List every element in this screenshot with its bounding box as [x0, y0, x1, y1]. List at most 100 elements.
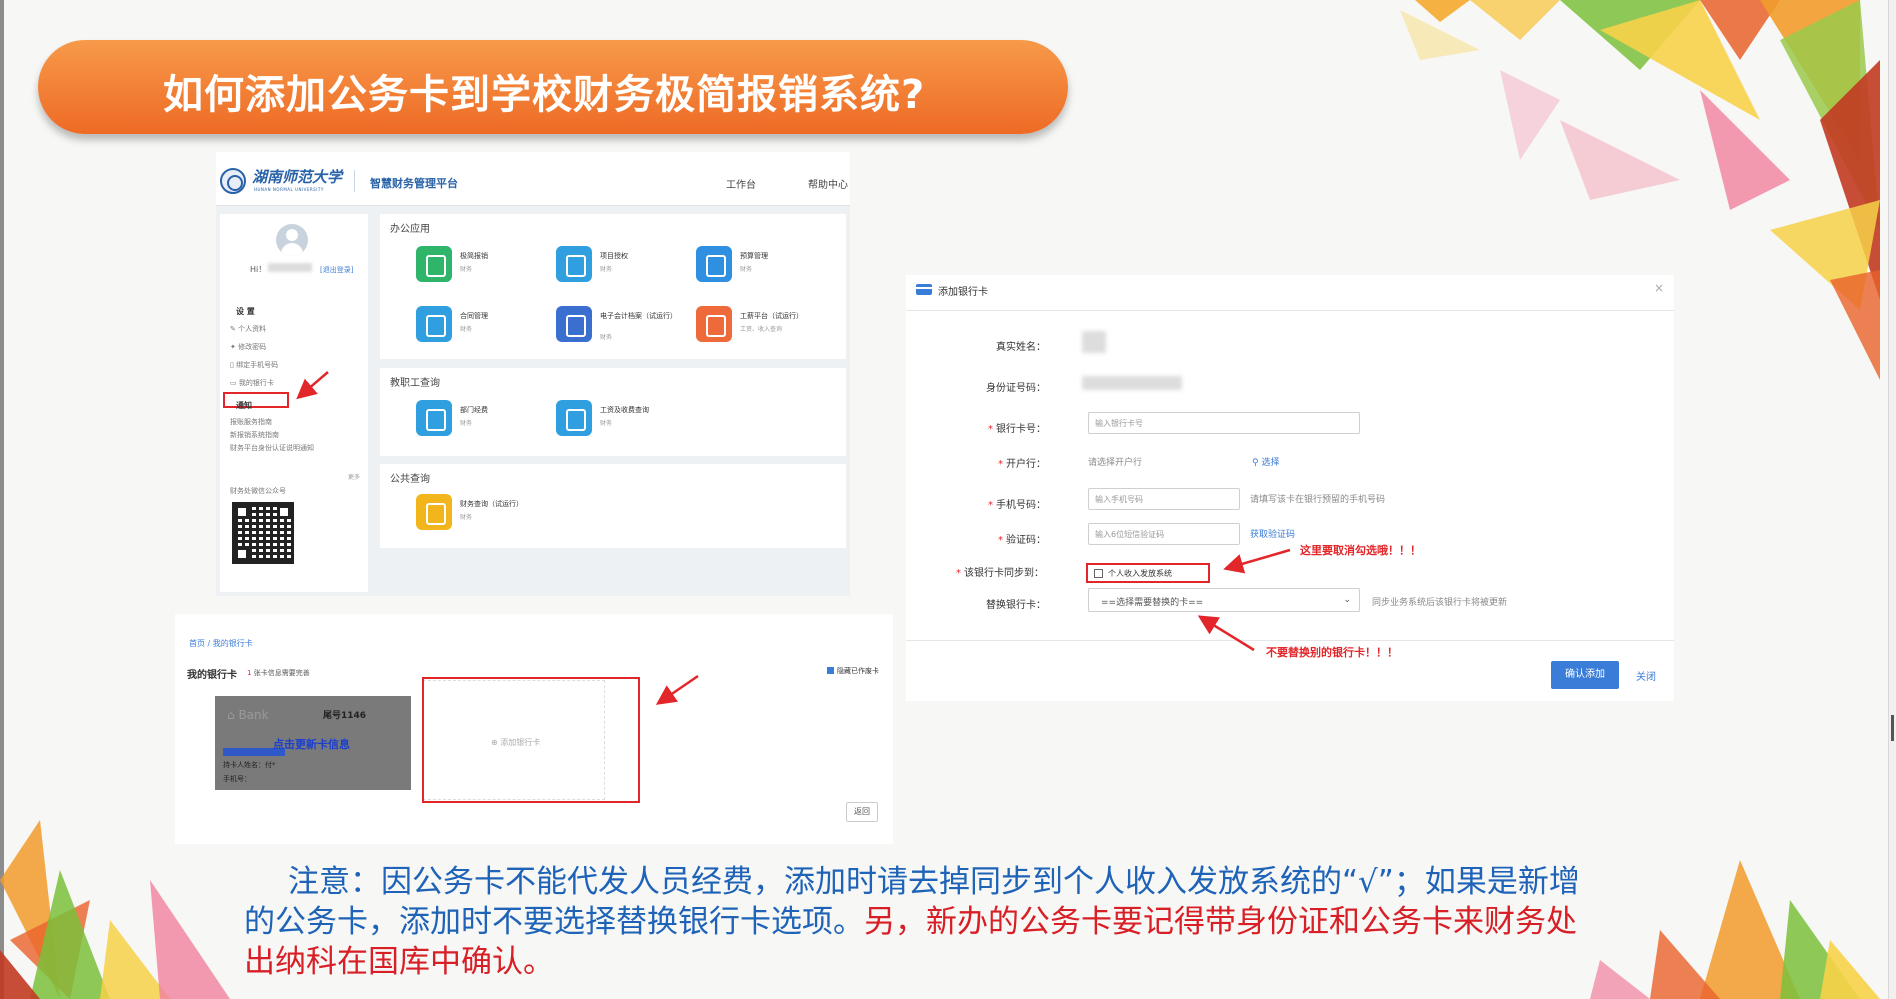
notice-item[interactable]: 财务平台身份认证说明通知	[230, 443, 314, 453]
app-project-auth[interactable]: 项目授权 财务	[556, 246, 686, 286]
label-sync: * 该银行卡同步到：	[956, 568, 1044, 579]
sidebar-item-my-bank-card[interactable]: ▭ 我的银行卡	[230, 378, 274, 388]
app-name: 财务查询（试运行）	[460, 500, 523, 508]
reimburse-icon	[416, 246, 452, 282]
wechat-label: 财务处微信公众号	[230, 487, 286, 495]
annotation-no-replace: 不要替换别的银行卡！！！	[1266, 646, 1398, 659]
app-e-archive[interactable]: 电子会计档案（试运行） 财务	[556, 306, 686, 346]
phone-hint: 请填写该卡在银行预留的手机号码	[1250, 495, 1386, 505]
label-real-name: 真实姓名：	[996, 342, 1046, 353]
app-sub: 财务	[460, 514, 473, 521]
code-input[interactable]: 输入6位短信验证码	[1088, 523, 1240, 545]
sidebar-item-password[interactable]: ✦ 修改密码	[230, 342, 266, 352]
sidebar-item-label: 我的银行卡	[238, 379, 274, 387]
notice-item[interactable]: 新报销系统指南	[230, 430, 279, 440]
sidebar-item-bind-phone[interactable]: ▯ 绑定手机号码	[230, 360, 278, 370]
app-name: 工薪平台（试运行）	[740, 312, 803, 320]
confirm-add-button[interactable]: 确认添加	[1551, 661, 1619, 689]
update-card-link[interactable]: 点击更新卡信息	[273, 736, 350, 752]
label-replace: 替换银行卡：	[986, 600, 1046, 611]
sync-option-label: 个人收入发放系统	[1108, 569, 1172, 578]
breadcrumb[interactable]: 首页 / 我的银行卡	[189, 638, 253, 649]
bank-card-icon	[916, 284, 932, 295]
settings-heading: 设 置	[236, 307, 255, 316]
logout-link[interactable]: [退出登录]	[320, 265, 353, 275]
label-id-number: 身份证号码：	[986, 383, 1046, 394]
nav-help-center[interactable]: 帮助中心	[808, 176, 848, 191]
sync-checkbox[interactable]	[1094, 569, 1103, 578]
notice-more-link[interactable]: 更多	[348, 472, 360, 481]
sync-checkbox-highlight: 个人收入发放系统	[1086, 563, 1210, 583]
app-sub: 财务	[600, 334, 613, 341]
portal-sidebar: Hi！ [退出登录] 设 置 ✎ 个人资料 ✦ 修改密码 ▯ 绑定手机号码 ▭ …	[220, 214, 368, 592]
app-sub: 财务	[460, 266, 473, 273]
app-contract[interactable]: 合同管理 财务	[416, 306, 546, 346]
sidebar-item-label: 绑定手机号码	[236, 361, 279, 369]
bank-card-item[interactable]: ⌂ Bank 尾号1146 点击更新卡信息 持卡人姓名：付* 手机号：	[215, 696, 411, 790]
app-sub: 财务	[600, 266, 613, 273]
card-tail-number: 尾号1146	[323, 711, 367, 721]
card-number-input[interactable]: 输入银行卡号	[1088, 412, 1360, 434]
bank-value: 请选择开户行	[1088, 458, 1143, 468]
window-left-edge	[0, 0, 4, 999]
app-salary-platform[interactable]: 工薪平台（试运行） 工资、收入查询	[696, 306, 826, 346]
hide-deleted-checkbox[interactable]: 隐藏已作废卡	[827, 666, 879, 676]
dialog-footer-divider	[906, 640, 1674, 641]
app-name: 极简报销	[460, 252, 488, 260]
app-name: 工资及收费查询	[600, 406, 649, 414]
app-finance-query[interactable]: 财务查询（试运行） 财务	[416, 494, 546, 534]
staff-query-card: 教职工查询 部门经费 财务 工资及收费查询 财务	[380, 368, 846, 456]
blurred-id-number	[1082, 376, 1182, 390]
logo-divider	[354, 170, 355, 192]
portal-header: 湖南师范大学 HUNAN NORMAL UNIVERSITY 智慧财务管理平台 …	[216, 152, 850, 206]
scrollbar-thumb[interactable]	[1891, 715, 1894, 741]
nav-workbench[interactable]: 工作台	[726, 176, 756, 191]
label-code: * 验证码：	[998, 535, 1046, 546]
back-button[interactable]: 返回	[846, 802, 878, 822]
sidebar-item-label: 修改密码	[238, 343, 267, 351]
notice-item[interactable]: 报账服务指南	[230, 417, 272, 427]
section-title: 教职工查询	[390, 378, 440, 389]
bank-building-icon: ⌂	[227, 708, 235, 722]
archive-icon	[556, 306, 592, 342]
close-icon[interactable]: ×	[1654, 281, 1664, 295]
label-phone: * 手机号码：	[988, 500, 1046, 511]
app-name: 部门经费	[460, 406, 488, 414]
app-simple-reimburse[interactable]: 极简报销 财务	[416, 246, 546, 286]
app-sub: 工资、收入查询	[740, 326, 783, 333]
avatar	[276, 224, 308, 256]
slide-title: 如何添加公务卡到学校财务极简报销系统?	[163, 72, 926, 118]
sidebar-item-profile[interactable]: ✎ 个人资料	[230, 324, 266, 334]
card-owner: 持卡人姓名：付*	[223, 761, 276, 769]
get-code-link[interactable]: 获取验证码	[1250, 527, 1295, 540]
incomplete-note: 1 张卡信息需要完善	[247, 669, 310, 677]
finance-query-icon	[416, 494, 452, 530]
add-bank-card-dialog: 添加银行卡 × 真实姓名： 身份证号码： * 银行卡号： 输入银行卡号 * 开户行：…	[906, 275, 1674, 701]
bank-name: ⌂ Bank	[227, 708, 269, 722]
section-title: 公共查询	[390, 474, 430, 485]
chevron-down-icon: ⌄	[1343, 595, 1351, 605]
blurred-real-name	[1082, 331, 1106, 353]
title-banner: 如何添加公务卡到学校财务极简报销系统?	[38, 40, 1068, 134]
university-logo-text: 湖南师范大学	[252, 168, 343, 186]
label-bank: * 开户行：	[998, 459, 1046, 470]
app-budget[interactable]: 预算管理 财务	[696, 246, 826, 286]
close-button[interactable]: 关闭	[1636, 668, 1656, 683]
sidebar-item-label: 个人资料	[238, 325, 267, 333]
portal-screenshot: 湖南师范大学 HUNAN NORMAL UNIVERSITY 智慧财务管理平台 …	[216, 152, 850, 596]
app-salary-query[interactable]: 工资及收费查询 财务	[556, 400, 686, 440]
app-dept-funds[interactable]: 部门经费 财务	[416, 400, 546, 440]
app-name: 电子会计档案（试运行）	[600, 312, 677, 320]
select-bank-link[interactable]: ⚲ 选择	[1252, 455, 1279, 468]
office-apps-card: 办公应用 极简报销 财务 项目授权 财务 预算管理 财务 合同管理 财务 电子会…	[380, 214, 846, 359]
phone-input[interactable]: 输入手机号码	[1088, 488, 1240, 510]
highlight-box-my-bank-card	[223, 392, 289, 408]
dialog-title: 添加银行卡	[938, 287, 988, 298]
replace-select-value: ==选择需要替换的卡==	[1101, 598, 1204, 608]
university-emblem-icon	[220, 168, 246, 194]
card-phone: 手机号：	[223, 775, 251, 783]
platform-name: 智慧财务管理平台	[370, 177, 458, 190]
university-logo-en: HUNAN NORMAL UNIVERSITY	[254, 187, 324, 192]
replace-card-select[interactable]: ==选择需要替换的卡== ⌄	[1088, 588, 1360, 612]
app-sub: 财务	[600, 420, 613, 427]
